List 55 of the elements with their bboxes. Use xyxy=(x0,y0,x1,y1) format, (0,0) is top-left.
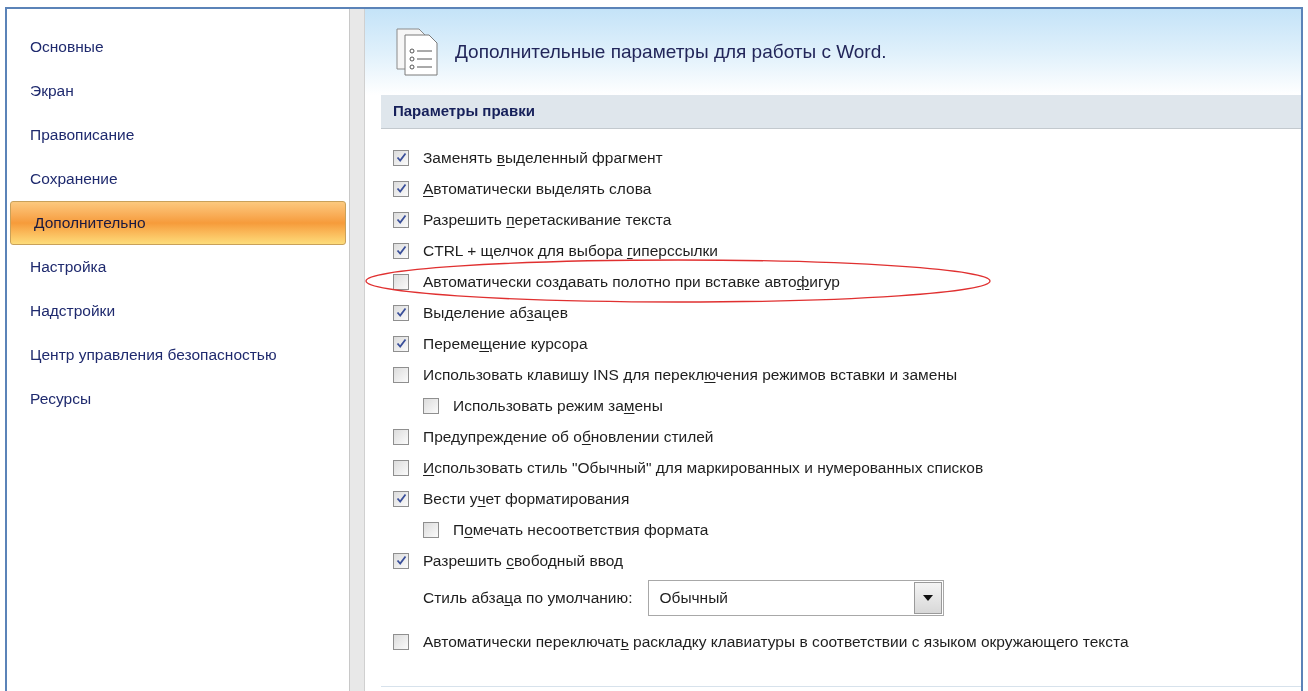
caret-icon xyxy=(923,595,934,601)
sidebar-item[interactable]: Сохранение xyxy=(7,157,349,201)
document-list-icon xyxy=(395,27,439,77)
option-label: CTRL + щелчок для выбора гиперссылки xyxy=(423,240,719,261)
check-icon xyxy=(395,338,407,349)
checkbox[interactable] xyxy=(393,304,409,321)
option-label: Автоматически переключать раскладку клавиатуры в соответствии с языком окружающего текста xyxy=(423,631,1129,652)
option-label: Помечать несоответствия формата xyxy=(453,519,709,540)
check-icon xyxy=(395,245,407,256)
checkbox[interactable] xyxy=(393,211,409,228)
checkbox[interactable] xyxy=(393,180,409,197)
option-label: Использовать стиль "Обычный" для маркированных и нумерованных списков xyxy=(423,457,984,478)
checkbox[interactable] xyxy=(393,490,409,507)
checkbox[interactable] xyxy=(393,428,409,445)
option-label: Разрешить перетаскивание текста xyxy=(423,209,672,230)
checkbox[interactable] xyxy=(393,273,409,290)
sidebar-item[interactable]: Дополнительно xyxy=(10,201,346,245)
checkbox[interactable] xyxy=(393,366,409,383)
sidebar-item[interactable]: Надстройки xyxy=(7,289,349,333)
checkbox[interactable] xyxy=(423,521,439,538)
option-label: Перемещение курсора xyxy=(423,333,588,354)
check-icon xyxy=(395,152,407,163)
sidebar-item[interactable]: Правописание xyxy=(7,113,349,157)
check-icon xyxy=(395,183,407,194)
checkbox[interactable] xyxy=(393,149,409,166)
sidebar-item[interactable]: Основные xyxy=(7,25,349,69)
field-label: Стиль абзаца по умолчанию: xyxy=(423,588,633,609)
section-title: Параметры правки xyxy=(393,101,535,122)
sidebar-item[interactable]: Центр управления безопасностью xyxy=(7,333,349,377)
page-title: Дополнительные параметры для работы с Word. xyxy=(455,39,887,64)
option-label: Использовать клавишу INS для переключения режимов вставки и замены xyxy=(423,364,958,385)
option-label: Разрешить свободный ввод xyxy=(423,550,624,571)
check-icon xyxy=(395,214,407,225)
check-icon xyxy=(395,555,407,566)
option-label: Предупреждение об обновлении стилей xyxy=(423,426,714,447)
sidebar-item[interactable]: Настройка xyxy=(7,245,349,289)
check-icon xyxy=(395,493,407,504)
checkbox[interactable] xyxy=(393,335,409,352)
option-label: Автоматически выделять слова xyxy=(423,178,652,199)
checkbox[interactable] xyxy=(393,459,409,476)
option-label: Выделение абзацев xyxy=(423,302,568,323)
checkbox[interactable] xyxy=(393,633,409,650)
sidebar-item[interactable]: Ресурсы xyxy=(7,377,349,421)
sidebar-item[interactable]: Экран xyxy=(7,69,349,113)
dropdown-value: Обычный xyxy=(658,588,729,609)
option-label: Автоматически создавать полотно при вставке автофигур xyxy=(423,271,840,292)
checkbox[interactable] xyxy=(393,242,409,259)
checkbox[interactable] xyxy=(393,552,409,569)
dropdown-arrow-button[interactable] xyxy=(914,582,943,614)
option-label: Использовать режим замены xyxy=(453,395,663,416)
option-label: Заменять выделенный фрагмент xyxy=(423,147,663,168)
checkbox[interactable] xyxy=(423,397,439,414)
style-dropdown[interactable]: Обычный xyxy=(648,580,945,616)
check-icon xyxy=(395,307,407,318)
option-label: Вести учет форматирования xyxy=(423,488,630,509)
